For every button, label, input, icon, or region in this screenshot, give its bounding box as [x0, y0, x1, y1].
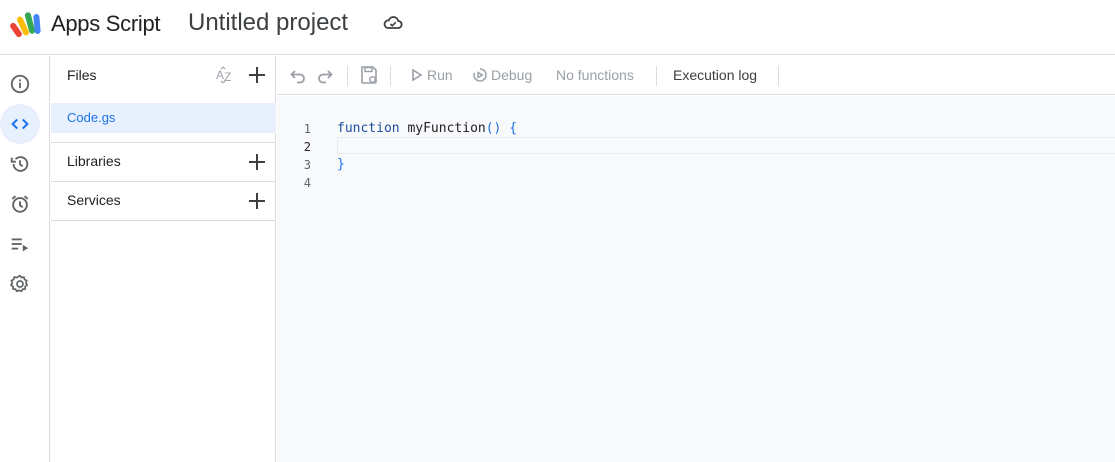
cloud-saved-icon	[383, 14, 403, 32]
settings-button[interactable]	[0, 264, 40, 304]
active-line-highlight	[337, 137, 1115, 154]
toolbar-separator	[656, 66, 657, 86]
undo-icon	[290, 70, 305, 84]
alarm-clock-icon	[11, 195, 29, 213]
line-number: 4	[303, 176, 311, 190]
plus-icon	[249, 67, 265, 83]
line-number: 1	[303, 122, 311, 136]
sort-az-icon[interactable]: A Z	[215, 65, 235, 85]
info-icon	[10, 74, 30, 94]
play-icon	[412, 68, 423, 82]
code-icon	[11, 118, 29, 130]
debug-button[interactable]: Debug	[472, 67, 532, 83]
undo-button[interactable]	[289, 66, 310, 84]
toolbar-separator	[347, 66, 348, 86]
save-button[interactable]	[359, 65, 382, 85]
save-icon	[361, 66, 377, 84]
plus-icon	[249, 154, 265, 170]
run-label: Run	[427, 67, 453, 83]
redo-button[interactable]	[316, 66, 337, 84]
code-line-1: function myFunction() {	[337, 120, 517, 138]
plus-icon	[249, 193, 265, 209]
add-service-button[interactable]	[246, 190, 268, 212]
libraries-header: Libraries	[51, 143, 276, 181]
debug-icon	[473, 68, 487, 82]
code-brace-open: {	[509, 121, 518, 136]
run-button[interactable]: Run	[410, 67, 453, 83]
gear-icon	[10, 274, 29, 293]
add-file-button[interactable]	[246, 64, 268, 86]
files-header: Files A Z	[51, 56, 276, 94]
add-library-button[interactable]	[246, 151, 268, 173]
editor-toolbar: Run Debug No functions Execution log	[277, 56, 1115, 95]
debug-label: Debug	[491, 67, 533, 83]
toolbar-separator	[778, 66, 779, 86]
overview-button[interactable]	[0, 64, 40, 104]
executions-button[interactable]	[0, 224, 40, 264]
code-editor[interactable]: 1 2 3 4 function myFunction() { }	[277, 96, 1115, 462]
redo-icon	[318, 70, 333, 84]
toolbar-separator	[390, 66, 391, 86]
history-button[interactable]	[0, 144, 40, 184]
file-name: Code.gs	[67, 110, 116, 125]
function-select-value: No functions	[556, 67, 634, 83]
list-play-icon	[11, 238, 29, 252]
services-header: Services	[51, 182, 276, 220]
code-brace-close: }	[337, 157, 345, 172]
apps-script-logo[interactable]	[10, 10, 44, 40]
divider	[51, 220, 276, 221]
svg-text:A: A	[216, 68, 224, 82]
files-panel: Files A Z Code.gs Libraries Services	[51, 56, 276, 462]
code-keyword: function	[337, 121, 400, 136]
history-icon	[10, 156, 29, 172]
line-number: 3	[303, 158, 311, 172]
file-item-code-gs[interactable]: Code.gs	[51, 103, 276, 133]
execution-log-button[interactable]: Execution log	[673, 67, 757, 83]
left-nav-rail	[0, 56, 50, 462]
services-label: Services	[67, 192, 121, 208]
files-label: Files	[67, 67, 97, 83]
line-number: 2	[303, 140, 311, 154]
execution-log-label: Execution log	[673, 67, 758, 83]
code-line-3: }	[337, 156, 345, 174]
libraries-label: Libraries	[67, 153, 121, 169]
code-function-name: myFunction	[407, 121, 486, 136]
svg-text:Z: Z	[224, 70, 231, 84]
project-title[interactable]: Untitled project	[188, 8, 348, 38]
app-name: Apps Script	[51, 11, 161, 36]
code-parens: ()	[485, 121, 502, 136]
function-select[interactable]: No functions	[556, 67, 634, 83]
editor-button[interactable]	[0, 104, 40, 144]
triggers-button[interactable]	[0, 184, 40, 224]
top-bar: Apps Script Untitled project	[0, 0, 1115, 55]
